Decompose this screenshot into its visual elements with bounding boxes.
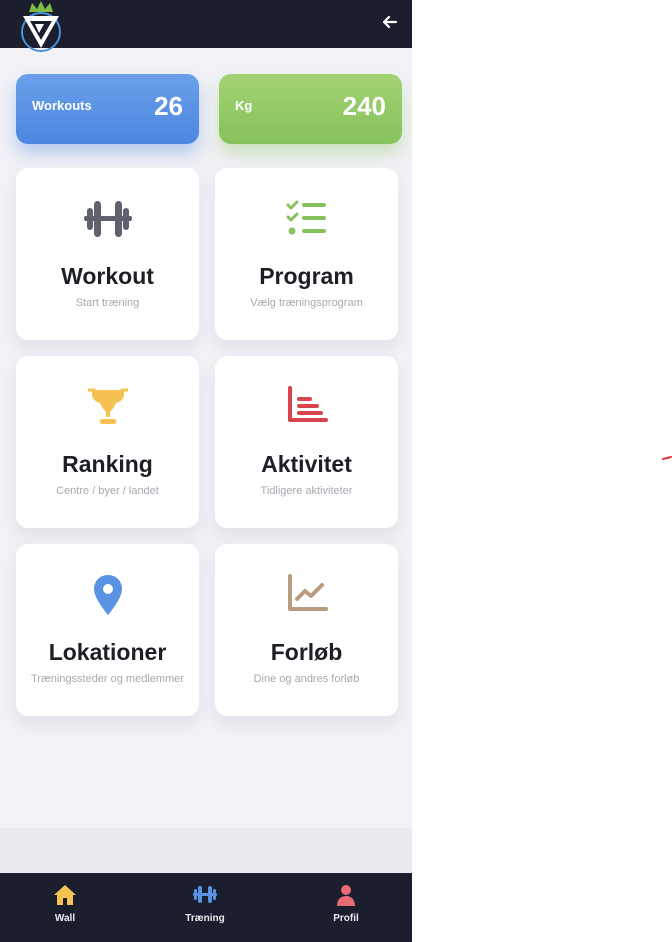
tile-program-title: Program (259, 263, 354, 289)
tile-lokationer-title: Lokationer (48, 639, 167, 665)
dumbbell-icon (193, 886, 217, 903)
red-stroke-mark (662, 456, 672, 460)
tile-workout[interactable]: Workout Start træning (16, 168, 199, 340)
tile-ranking-title: Ranking (62, 451, 153, 477)
checklist-icon (286, 200, 326, 235)
tile-workout-title: Workout (61, 263, 154, 289)
nav-item-traening[interactable]: Træning (155, 883, 255, 924)
map-pin-icon (93, 575, 122, 615)
nav-shadow-strip (0, 828, 412, 873)
line-chart-icon (287, 574, 328, 611)
tile-workout-subtitle: Start træning (75, 297, 140, 309)
tile-program[interactable]: Program Vælg træningsprogram (215, 168, 398, 340)
tile-ranking-subtitle: Centre / byer / landet (56, 485, 159, 497)
tile-aktivitet[interactable]: Aktivitet Tidligere aktiviteter (215, 356, 398, 528)
nav-item-profil[interactable]: Profil (296, 883, 396, 924)
dumbbell-icon (83, 201, 132, 237)
tile-lokationer[interactable]: Lokationer Træningssteder og medlemmer (16, 544, 199, 716)
workouts-stat-label: Workouts (32, 98, 92, 113)
kg-stat-card: Kg 240 (219, 74, 402, 144)
tile-forlob[interactable]: Forløb Dine og andres forløb (215, 544, 398, 716)
crown-triangle-logo[interactable] (17, 0, 65, 52)
kg-stat-value: 240 (342, 91, 386, 121)
tile-aktivitet-subtitle: Tidligere aktiviteter (260, 485, 353, 497)
workouts-stat-card: Workouts 26 (16, 74, 199, 144)
nav-item-wall[interactable]: Wall (15, 883, 115, 924)
nav-item-profil-label: Profil (333, 913, 359, 924)
bar-list-icon (287, 386, 328, 422)
bottom-nav: Wall Træning Profil (0, 873, 412, 942)
user-icon (337, 885, 355, 906)
trophy-icon (87, 388, 128, 424)
tile-forlob-title: Forløb (270, 639, 343, 665)
nav-item-wall-label: Wall (54, 913, 76, 924)
tile-ranking[interactable]: Ranking Centre / byer / landet (16, 356, 199, 528)
workouts-stat-value: 26 (154, 91, 183, 121)
app-screen: Workouts 26 Kg 240 Workout Start træning (0, 0, 412, 942)
tile-lokationer-subtitle: Træningssteder og medlemmer (30, 673, 185, 685)
tile-program-subtitle: Vælg træningsprogram (250, 297, 363, 309)
top-bar (0, 0, 412, 52)
kg-stat-label: Kg (235, 98, 253, 113)
tile-aktivitet-title: Aktivitet (261, 451, 352, 477)
nav-item-traening-label: Træning (185, 913, 225, 924)
back-arrow-icon[interactable] (378, 10, 402, 34)
home-icon (54, 885, 76, 905)
tile-forlob-subtitle: Dine og andres forløb (253, 673, 360, 685)
